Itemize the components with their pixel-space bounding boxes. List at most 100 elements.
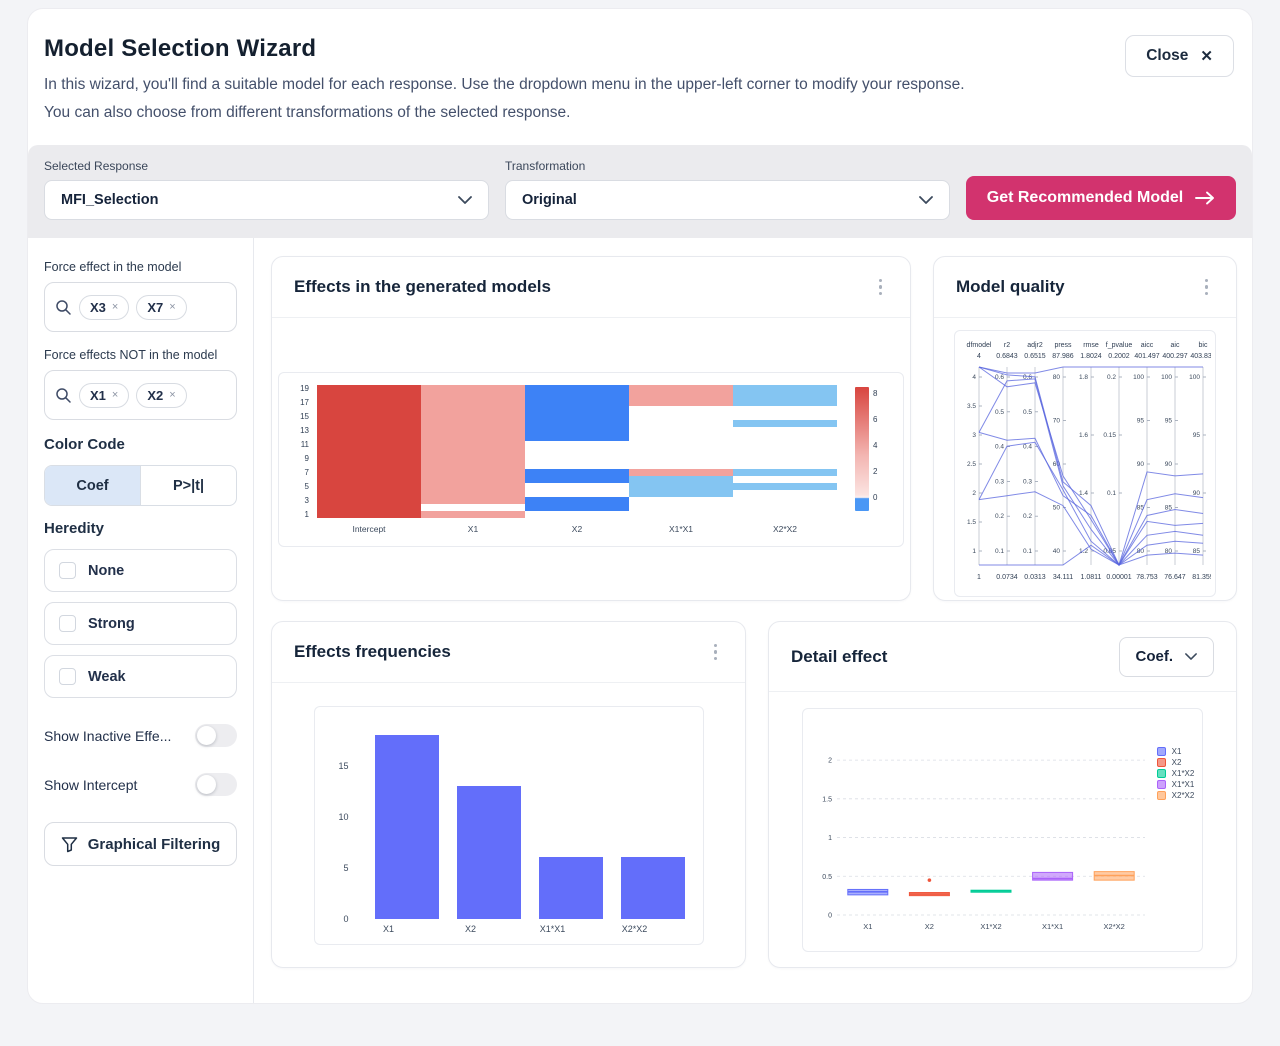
- svg-text:0.00001: 0.00001: [1106, 574, 1131, 581]
- heatmap-cell: [317, 476, 421, 483]
- bar-y-tick: 0: [343, 914, 348, 924]
- svg-text:40: 40: [1053, 548, 1061, 555]
- heatmap-cell: [421, 455, 525, 462]
- heredity-option-strong[interactable]: Strong: [44, 602, 237, 645]
- detail-effect-box-chart: 00.511.52X1X2X1*X2X1*X1X2*X2X1X2X1*X2X1*…: [802, 708, 1204, 952]
- kebab-menu-icon[interactable]: [1199, 273, 1215, 302]
- heatmap-cell: [525, 399, 629, 406]
- svg-text:aic: aic: [1171, 342, 1180, 349]
- search-icon: [55, 387, 72, 404]
- checkbox[interactable]: [59, 668, 76, 685]
- heatmap-cell: [733, 455, 837, 462]
- force-in-input[interactable]: X3× X7×: [44, 282, 237, 332]
- svg-text:2.5: 2.5: [967, 461, 976, 468]
- heatmap-cell: [733, 483, 837, 490]
- legend-label: X1*X1: [1172, 780, 1195, 789]
- heatmap-cell: [733, 413, 837, 420]
- heatmap-cell: [629, 420, 733, 427]
- heatmap-row: [317, 406, 837, 413]
- bar-x-tick: X2*X2: [603, 924, 667, 934]
- heatmap-cell: [629, 490, 733, 497]
- legend-item[interactable]: X1: [1157, 747, 1195, 756]
- graphical-filtering-button[interactable]: Graphical Filtering: [44, 822, 237, 866]
- svg-text:0.3: 0.3: [1023, 479, 1032, 486]
- detail-effect-title: Detail effect: [791, 647, 887, 667]
- legend-swatch: [1157, 758, 1166, 767]
- checkbox[interactable]: [59, 562, 76, 579]
- heatmap-cell: [733, 406, 837, 413]
- heatmap-cell: [317, 511, 421, 518]
- checkbox[interactable]: [59, 615, 76, 632]
- svg-text:0.6843: 0.6843: [996, 353, 1018, 360]
- heatmap-cell: [629, 392, 733, 399]
- legend-item[interactable]: X2: [1157, 758, 1195, 767]
- legend-label: X1: [1172, 747, 1182, 756]
- heatmap-row: [317, 490, 837, 497]
- description-line-1: In this wizard, you'll find a suitable m…: [44, 72, 965, 98]
- heatmap-cell: [525, 455, 629, 462]
- effect-chip[interactable]: X1×: [79, 383, 129, 408]
- heatmap-y-tick: 7: [293, 469, 309, 476]
- selected-response-dropdown[interactable]: MFI_Selection: [44, 180, 489, 220]
- close-icon: ✕: [1200, 47, 1213, 65]
- kebab-menu-icon[interactable]: [708, 638, 724, 667]
- heatmap-cell: [629, 497, 733, 504]
- chip-remove-icon[interactable]: ×: [169, 389, 175, 401]
- bar: [457, 786, 521, 919]
- effect-chip[interactable]: X7×: [136, 295, 186, 320]
- heatmap-x-tick: X1: [421, 524, 525, 534]
- colorbar-tick: 0: [873, 493, 877, 502]
- detail-effect-metric-dropdown[interactable]: Coef.: [1119, 637, 1215, 677]
- svg-text:1.0811: 1.0811: [1081, 574, 1102, 581]
- arrow-right-icon: [1195, 191, 1215, 205]
- force-out-input[interactable]: X1× X2×: [44, 370, 237, 420]
- heatmap-cell: [317, 448, 421, 455]
- effect-chip[interactable]: X3×: [79, 295, 129, 320]
- chip-remove-icon[interactable]: ×: [112, 389, 118, 401]
- detail-effect-panel: Detail effect Coef. 00.511.52X1X2X1*X2X1…: [768, 621, 1237, 968]
- heredity-option-weak[interactable]: Weak: [44, 655, 237, 698]
- graphical-filtering-label: Graphical Filtering: [88, 836, 221, 853]
- heatmap-cell: [421, 483, 525, 490]
- heatmap-cell: [317, 406, 421, 413]
- legend-item[interactable]: X2*X2: [1157, 791, 1195, 800]
- heatmap-cell: [629, 434, 733, 441]
- effect-chip[interactable]: X2×: [136, 383, 186, 408]
- heatmap-cell: [525, 504, 629, 511]
- legend-item[interactable]: X1*X2: [1157, 769, 1195, 778]
- heatmap-y-tick: 3: [293, 497, 309, 504]
- heatmap-cell: [525, 441, 629, 448]
- color-code-option-pvalue[interactable]: P>|t|: [140, 466, 236, 505]
- heatmap-cell: [525, 427, 629, 434]
- svg-text:400.297: 400.297: [1162, 353, 1187, 360]
- force-in-label: Force effect in the model: [44, 260, 237, 274]
- legend-item[interactable]: X1*X1: [1157, 780, 1195, 789]
- heatmap-cell: [629, 483, 733, 490]
- get-recommended-model-button[interactable]: Get Recommended Model: [966, 176, 1236, 220]
- close-button[interactable]: Close ✕: [1125, 35, 1234, 77]
- svg-text:0.6515: 0.6515: [1024, 353, 1046, 360]
- kebab-menu-icon[interactable]: [873, 273, 889, 302]
- model-quality-panel: Model quality dfmodel4143.532.521.51r20.…: [933, 256, 1237, 601]
- chip-remove-icon[interactable]: ×: [112, 301, 118, 313]
- legend-swatch: [1157, 791, 1166, 800]
- svg-text:0.1: 0.1: [995, 548, 1004, 555]
- chip-remove-icon[interactable]: ×: [169, 301, 175, 313]
- color-code-option-coef[interactable]: Coef: [45, 466, 140, 505]
- show-intercept-toggle[interactable]: [195, 773, 237, 796]
- svg-text:0.1: 0.1: [1107, 490, 1116, 497]
- bar-x-tick: X1*X1: [521, 924, 585, 934]
- heredity-option-none[interactable]: None: [44, 549, 237, 592]
- show-inactive-effects-toggle[interactable]: [195, 724, 237, 747]
- model-quality-parcoords-chart: dfmodel4143.532.521.51r20.68430.07340.60…: [954, 330, 1216, 597]
- svg-text:0.4: 0.4: [1023, 444, 1032, 451]
- heatmap-cell: [629, 511, 733, 518]
- heatmap-row: [317, 420, 837, 427]
- color-code-segmented-control: Coef P>|t|: [44, 465, 237, 506]
- heatmap-row: [317, 434, 837, 441]
- bar-y-tick: 10: [338, 812, 348, 822]
- get-recommended-model-label: Get Recommended Model: [987, 189, 1183, 207]
- transformation-dropdown[interactable]: Original: [505, 180, 950, 220]
- svg-text:0.0313: 0.0313: [1024, 574, 1046, 581]
- svg-text:1.5: 1.5: [967, 519, 976, 526]
